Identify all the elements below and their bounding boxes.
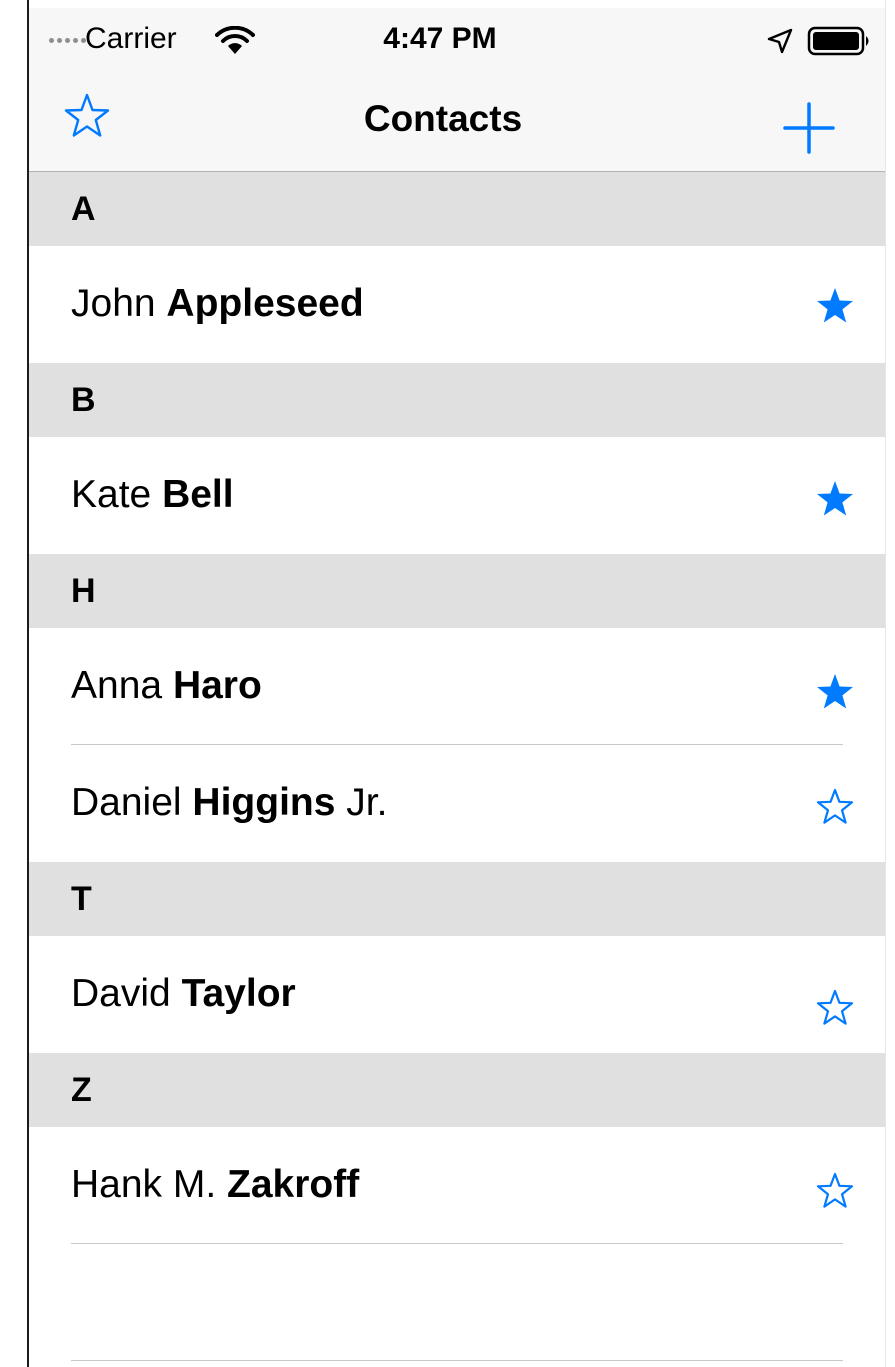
star-filled-icon[interactable] — [815, 479, 855, 519]
star-outline-icon[interactable] — [815, 988, 855, 1028]
section-header-b: B — [29, 363, 885, 437]
contact-row-david-taylor[interactable]: David Taylor — [29, 936, 885, 1053]
battery-icon — [807, 26, 869, 56]
section-header-t: T — [29, 862, 885, 936]
contact-row-anna-haro[interactable]: Anna Haro — [29, 628, 885, 745]
section-letter: Z — [71, 1071, 92, 1109]
navigation-bar: Contacts — [29, 70, 885, 172]
contact-row-daniel-higgins[interactable]: Daniel Higgins Jr. — [29, 745, 885, 862]
row-separator — [71, 1360, 843, 1361]
contact-name: Hank M. Zakroff — [71, 1163, 360, 1206]
contact-name: Kate Bell — [71, 473, 234, 516]
page-title: Contacts — [363, 98, 523, 139]
contact-name: John Appleseed — [71, 282, 364, 325]
window-edge — [0, 0, 28, 1367]
section-header-z: Z — [29, 1053, 885, 1127]
contact-row-kate-bell[interactable]: Kate Bell — [29, 437, 885, 554]
top-strip — [29, 0, 885, 8]
status-bar: Carrier 4:47 PM — [29, 8, 885, 70]
phone-screen: Carrier 4:47 PM Contacts A John Applesee… — [29, 0, 885, 1367]
add-contact-button[interactable] — [781, 100, 837, 156]
section-letter: T — [71, 880, 92, 918]
contact-row-hank-zakroff[interactable]: Hank M. Zakroff — [29, 1127, 885, 1244]
section-letter: B — [71, 381, 96, 419]
window-border-right — [885, 0, 886, 1367]
section-header-a: A — [29, 172, 885, 246]
star-filled-icon[interactable] — [815, 672, 855, 712]
contact-row-john-appleseed[interactable]: John Appleseed — [29, 246, 885, 363]
status-time: 4:47 PM — [383, 22, 497, 55]
contacts-list: A John Appleseed B Kate Bell H Anna Haro… — [29, 172, 885, 1361]
location-arrow-icon — [767, 28, 793, 54]
contact-name: David Taylor — [71, 972, 296, 1015]
section-letter: A — [71, 190, 96, 228]
star-outline-icon[interactable] — [815, 787, 855, 827]
contact-name: Anna Haro — [71, 664, 262, 707]
section-letter: H — [71, 572, 96, 610]
contact-name: Daniel Higgins Jr. — [71, 781, 388, 824]
empty-row — [29, 1244, 885, 1361]
section-header-h: H — [29, 554, 885, 628]
star-filled-icon[interactable] — [815, 286, 855, 326]
star-outline-icon[interactable] — [815, 1171, 855, 1211]
